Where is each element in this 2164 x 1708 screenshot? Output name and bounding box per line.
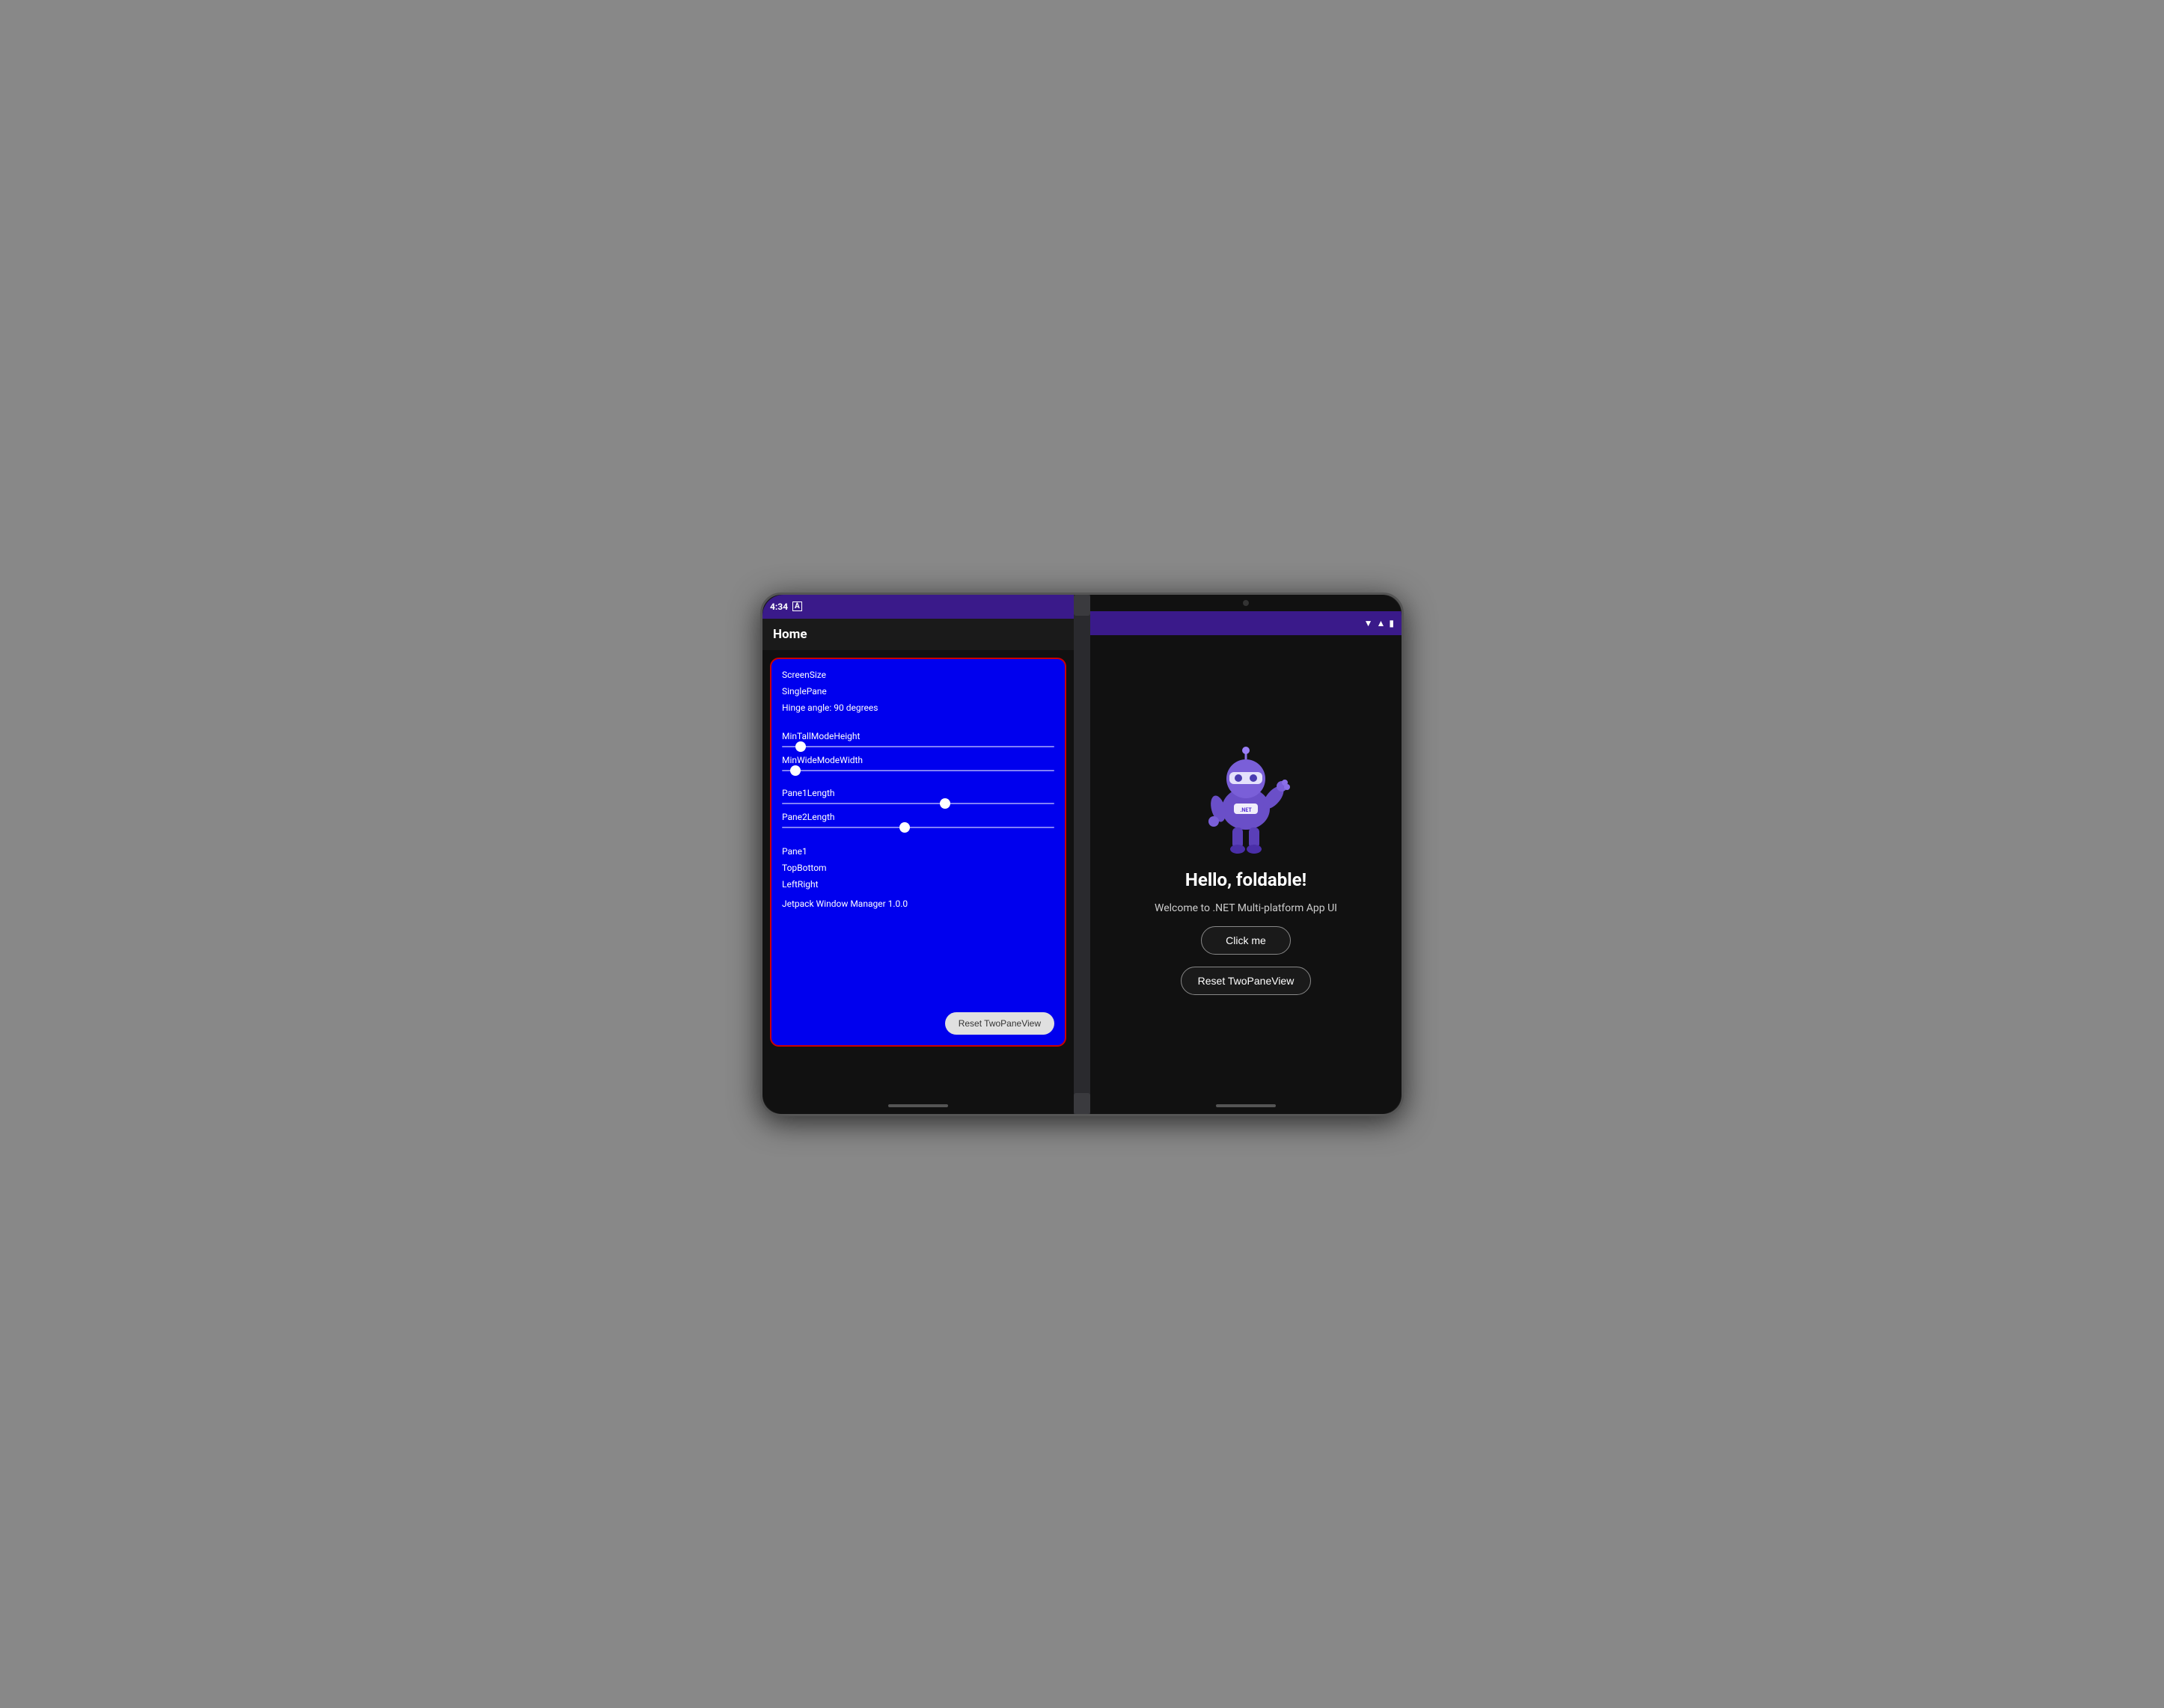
hinge-cap-bottom bbox=[1074, 1093, 1090, 1114]
device-wrapper: 4:34 A Home ScreenSize SinglePane Hinge … bbox=[760, 593, 1404, 1116]
home-bar-left bbox=[762, 1098, 1074, 1114]
accessibility-icon: A bbox=[792, 602, 802, 611]
camera-bar bbox=[1090, 595, 1402, 611]
hinge bbox=[1074, 595, 1090, 1114]
pane2-length-slider-thumb[interactable] bbox=[899, 822, 910, 833]
svg-text:.NET: .NET bbox=[1240, 807, 1252, 813]
min-wide-slider-track[interactable] bbox=[782, 770, 1054, 771]
pane1-label: Pane1 bbox=[782, 846, 1054, 857]
single-pane-label: SinglePane bbox=[782, 685, 1054, 698]
pane1-length-slider-thumb[interactable] bbox=[940, 798, 950, 809]
pane1-length-slider-track[interactable] bbox=[782, 803, 1054, 804]
status-icons-right: ▼ ▲ ▮ bbox=[1364, 618, 1394, 628]
min-wide-label: MinWideModeWidth bbox=[782, 755, 1054, 765]
left-content: ScreenSize SinglePane Hinge angle: 90 de… bbox=[762, 650, 1074, 1098]
signal-icon: ▲ bbox=[1377, 618, 1386, 628]
min-tall-slider-thumb[interactable] bbox=[795, 741, 806, 752]
top-bottom-label: TopBottom bbox=[782, 863, 1054, 873]
app-title: Home bbox=[773, 627, 807, 642]
version-label: Jetpack Window Manager 1.0.0 bbox=[782, 899, 1054, 909]
status-bar-left: 4:34 A bbox=[762, 595, 1074, 619]
right-content: .NET Hello, foldable! Welcome to .NET Mu… bbox=[1090, 635, 1402, 1098]
screen-size-label: ScreenSize bbox=[782, 668, 1054, 682]
hinge-cap-top bbox=[1074, 595, 1090, 616]
status-time: 4:34 bbox=[770, 602, 788, 612]
pane1-box: ScreenSize SinglePane Hinge angle: 90 de… bbox=[770, 658, 1066, 1047]
status-bar-left-content: 4:34 A bbox=[770, 602, 802, 612]
home-bar-right bbox=[1090, 1098, 1402, 1114]
click-me-button[interactable]: Click me bbox=[1201, 926, 1291, 955]
left-right-label: LeftRight bbox=[782, 879, 1054, 890]
home-indicator-right bbox=[1216, 1104, 1276, 1107]
app-bar: Home bbox=[762, 619, 1074, 650]
battery-icon: ▮ bbox=[1389, 618, 1394, 628]
pane-left: 4:34 A Home ScreenSize SinglePane Hinge … bbox=[762, 595, 1074, 1114]
pane1-length-label: Pane1Length bbox=[782, 788, 1054, 798]
status-bar-right: ▼ ▲ ▮ bbox=[1090, 611, 1402, 635]
pane2-length-slider-track[interactable] bbox=[782, 827, 1054, 828]
hinge-angle-label: Hinge angle: 90 degrees bbox=[782, 701, 1054, 714]
home-indicator-left bbox=[888, 1104, 948, 1107]
reset-twopaneview-button-left[interactable]: Reset TwoPaneView bbox=[945, 1012, 1054, 1035]
reset-twopaneview-button-right[interactable]: Reset TwoPaneView bbox=[1181, 967, 1312, 995]
pane-right: ▼ ▲ ▮ .NET bbox=[1090, 595, 1402, 1114]
min-tall-slider-track[interactable] bbox=[782, 746, 1054, 747]
wifi-icon: ▼ bbox=[1364, 618, 1373, 628]
pane2-length-label: Pane2Length bbox=[782, 812, 1054, 822]
min-wide-slider-row bbox=[782, 770, 1054, 771]
pane1-length-slider-row bbox=[782, 803, 1054, 804]
robot-illustration: .NET bbox=[1193, 738, 1298, 857]
min-tall-slider-row bbox=[782, 746, 1054, 747]
camera-dot bbox=[1243, 600, 1249, 606]
pane2-length-slider-row bbox=[782, 827, 1054, 828]
hello-foldable-text: Hello, foldable! bbox=[1185, 869, 1306, 890]
welcome-text: Welcome to .NET Multi-platform App UI bbox=[1155, 902, 1337, 914]
min-tall-label: MinTallModeHeight bbox=[782, 731, 1054, 741]
min-wide-slider-thumb[interactable] bbox=[790, 765, 801, 776]
